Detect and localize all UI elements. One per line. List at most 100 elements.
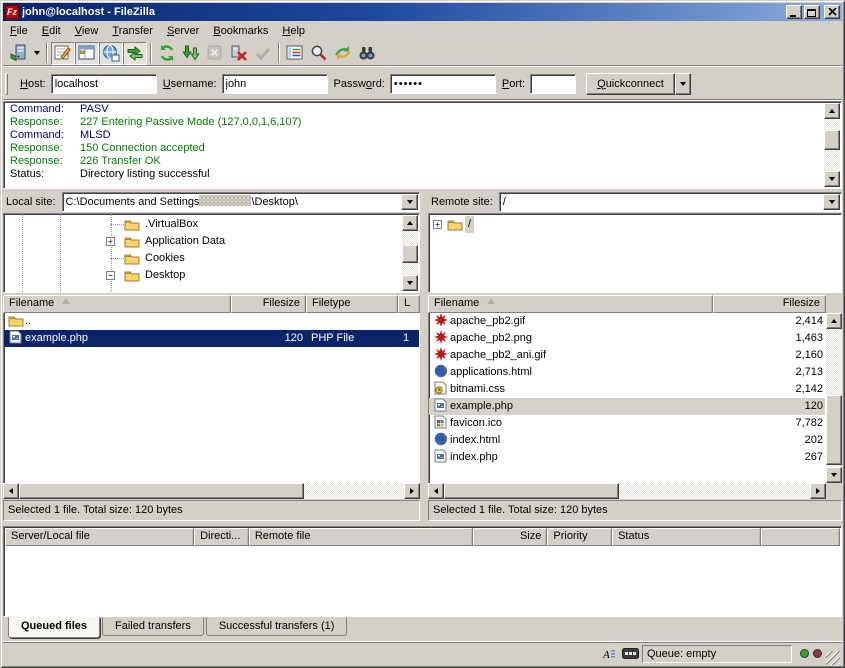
scroll-right-button[interactable] <box>404 483 420 499</box>
column-header-filesize[interactable]: Filesize <box>713 295 826 313</box>
log-scrollbar[interactable] <box>824 103 840 187</box>
app-icon: Fz <box>5 5 19 19</box>
site-manager-icon <box>10 44 28 62</box>
column-header-status[interactable]: Status <box>612 528 761 546</box>
column-header-remote-file[interactable]: Remote file <box>249 528 473 546</box>
reconnect-button[interactable] <box>251 42 275 65</box>
column-header-l[interactable]: L <box>398 295 420 313</box>
toolbar-gripper[interactable] <box>5 73 8 95</box>
menu-server[interactable]: Server <box>160 23 206 39</box>
scroll-left-button[interactable] <box>428 483 444 499</box>
menu-transfer[interactable]: Transfer <box>105 23 160 39</box>
resize-grip[interactable] <box>826 651 840 665</box>
menu-bookmarks[interactable]: Bookmarks <box>206 23 275 39</box>
toggle-transfer-queue-button[interactable] <box>123 42 147 65</box>
username-input[interactable] <box>222 74 328 94</box>
site-manager-dropdown[interactable] <box>31 42 43 65</box>
host-input[interactable] <box>51 74 157 94</box>
column-header-filetype[interactable]: Filetype <box>306 295 398 313</box>
minimize-button[interactable] <box>786 5 802 19</box>
maximize-button[interactable] <box>804 5 820 19</box>
scroll-up-button[interactable] <box>824 103 840 119</box>
tree-item[interactable]: Cookies <box>4 250 419 267</box>
tree-item[interactable]: +/ <box>429 216 841 233</box>
scroll-thumb[interactable] <box>824 130 840 150</box>
tab-queued-files[interactable]: Queued files <box>8 617 100 638</box>
site-manager-button[interactable] <box>7 42 31 65</box>
remote-site-combo[interactable]: / <box>499 192 842 212</box>
toggle-local-tree-button[interactable] <box>75 42 99 65</box>
column-header-filesize[interactable]: Filesize <box>231 295 306 313</box>
column-header-filename[interactable]: Filename <box>428 295 713 313</box>
file-row[interactable]: apache_pb2_ani.gif2,160 <box>429 347 825 364</box>
file-row[interactable]: example.php120PHP File1 <box>4 330 419 347</box>
synchronized-browsing-button[interactable] <box>331 42 355 65</box>
menu-file[interactable]: File <box>3 23 35 39</box>
scroll-thumb[interactable] <box>826 395 842 465</box>
log-line-type: Command: <box>6 103 80 116</box>
file-row[interactable]: apache_pb2.png1,463 <box>429 330 825 347</box>
password-input[interactable] <box>390 74 496 94</box>
local-tree-scrollbar[interactable] <box>402 215 418 291</box>
port-label: Port: <box>502 78 525 90</box>
tab-failed-transfers[interactable]: Failed transfers <box>102 617 204 636</box>
menu-help[interactable]: Help <box>275 23 312 39</box>
scroll-down-button[interactable] <box>824 171 840 187</box>
quickconnect-dropdown[interactable] <box>675 73 691 95</box>
local-list-hscrollbar[interactable] <box>3 483 420 499</box>
remote-list-scrollbar[interactable] <box>826 313 842 483</box>
scroll-down-button[interactable] <box>826 467 842 483</box>
pane-splitter[interactable] <box>420 191 428 522</box>
close-button[interactable] <box>824 5 840 19</box>
scroll-right-button[interactable] <box>810 483 826 499</box>
remote-list-hscrollbar[interactable] <box>428 483 826 499</box>
column-header-directi-[interactable]: Directi... <box>194 528 249 546</box>
collapse-icon[interactable]: − <box>106 271 115 280</box>
column-header-filename[interactable]: Filename <box>3 295 231 313</box>
menu-edit[interactable]: Edit <box>35 23 68 39</box>
scroll-thumb[interactable] <box>19 483 304 499</box>
column-header-server-local-file[interactable]: Server/Local file <box>5 528 194 546</box>
tree-item[interactable]: .VirtualBox <box>4 216 419 233</box>
file-row[interactable]: favicon.ico7,782 <box>429 415 825 432</box>
toggle-message-log-button[interactable] <box>51 42 75 65</box>
file-row[interactable]: index.php267 <box>429 449 825 466</box>
scroll-left-button[interactable] <box>3 483 19 499</box>
quickconnect-button[interactable]: Quickconnect <box>586 73 675 95</box>
tab-successful-transfers-1-[interactable]: Successful transfers (1) <box>206 617 348 636</box>
file-row[interactable]: index.html202 <box>429 432 825 449</box>
toggle-remote-tree-button[interactable] <box>99 42 123 65</box>
compare-button[interactable] <box>307 42 331 65</box>
expand-icon[interactable]: + <box>106 237 115 246</box>
scroll-up-button[interactable] <box>402 215 418 231</box>
menu-view[interactable]: View <box>68 23 106 39</box>
column-header-priority[interactable]: Priority <box>547 528 612 546</box>
scroll-down-button[interactable] <box>402 275 418 291</box>
refresh-button[interactable] <box>155 42 179 65</box>
port-input[interactable] <box>530 74 576 94</box>
file-row[interactable]: applications.html2,713 <box>429 364 825 381</box>
queue-body[interactable] <box>5 547 840 615</box>
file-row[interactable]: .. <box>4 313 419 330</box>
column-header-size[interactable]: Size <box>473 528 548 546</box>
local-site-dropdown[interactable] <box>401 194 418 210</box>
file-row[interactable]: bitnami.css2,142 <box>429 381 825 398</box>
local-pane-status: Selected 1 file. Total size: 120 bytes <box>3 500 420 521</box>
cancel-button[interactable] <box>203 42 227 65</box>
process-queue-button[interactable] <box>179 42 203 65</box>
file-row[interactable]: example.php120 <box>429 398 825 415</box>
local-site-combo[interactable]: C:\Documents and Settings\Desktop\ <box>62 192 420 212</box>
expand-icon[interactable]: + <box>433 220 442 229</box>
log-line-text: MLSD <box>80 129 111 142</box>
tree-item[interactable]: +Application Data <box>4 233 419 250</box>
scroll-thumb[interactable] <box>402 245 418 263</box>
file-row[interactable]: apache_pb2.gif2,414 <box>429 313 825 330</box>
disconnect-button[interactable] <box>227 42 251 65</box>
filter-button[interactable] <box>283 42 307 65</box>
scroll-up-button[interactable] <box>826 313 842 329</box>
find-button[interactable] <box>355 42 379 65</box>
scroll-thumb[interactable] <box>444 483 619 499</box>
tree-item[interactable]: −Desktop <box>4 267 419 284</box>
column-header-blank[interactable] <box>761 528 840 546</box>
remote-site-dropdown[interactable] <box>823 194 840 210</box>
